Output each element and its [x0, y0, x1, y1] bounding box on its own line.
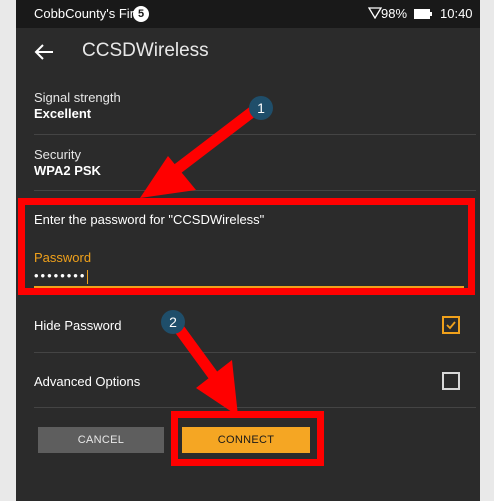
signal-strength-value: Excellent	[34, 106, 92, 121]
wifi-icon	[368, 7, 382, 19]
hide-password-checkbox[interactable]	[442, 316, 460, 334]
settings-screen: CobbCounty's Fire 5 98% 10:40 CCSDWirele…	[16, 0, 480, 501]
divider	[34, 352, 476, 353]
battery-icon	[414, 9, 432, 19]
hide-password-label: Hide Password	[34, 318, 122, 333]
battery-percent: 98%	[381, 6, 408, 21]
text-caret	[87, 269, 89, 284]
step-1-badge: 1	[249, 96, 273, 120]
notification-badge: 5	[133, 6, 149, 22]
clock: 10:40	[440, 6, 473, 21]
advanced-options-label: Advanced Options	[34, 374, 141, 389]
password-input[interactable]: ••••••••	[34, 266, 464, 288]
divider	[34, 134, 476, 135]
divider	[34, 190, 476, 191]
password-prompt: Enter the password for "CCSDWireless"	[34, 212, 265, 227]
signal-strength-label: Signal strength	[34, 90, 121, 105]
security-value: WPA2 PSK	[34, 163, 101, 178]
step-2-badge: 2	[161, 310, 185, 334]
connect-button[interactable]: CONNECT	[182, 427, 310, 453]
app-bar: CCSDWireless	[16, 28, 480, 78]
advanced-options-checkbox[interactable]	[442, 372, 460, 390]
cancel-button[interactable]: CANCEL	[38, 427, 164, 453]
carrier-name: CobbCounty's Fire	[34, 6, 142, 21]
password-masked-value: ••••••••	[34, 268, 87, 283]
checkmark-icon	[446, 321, 456, 330]
back-arrow-icon[interactable]	[32, 40, 56, 64]
divider	[34, 407, 476, 408]
security-label: Security	[34, 147, 81, 162]
status-bar: CobbCounty's Fire 5 98% 10:40	[16, 0, 480, 28]
page-title: CCSDWireless	[82, 40, 209, 61]
password-label: Password	[34, 250, 92, 265]
